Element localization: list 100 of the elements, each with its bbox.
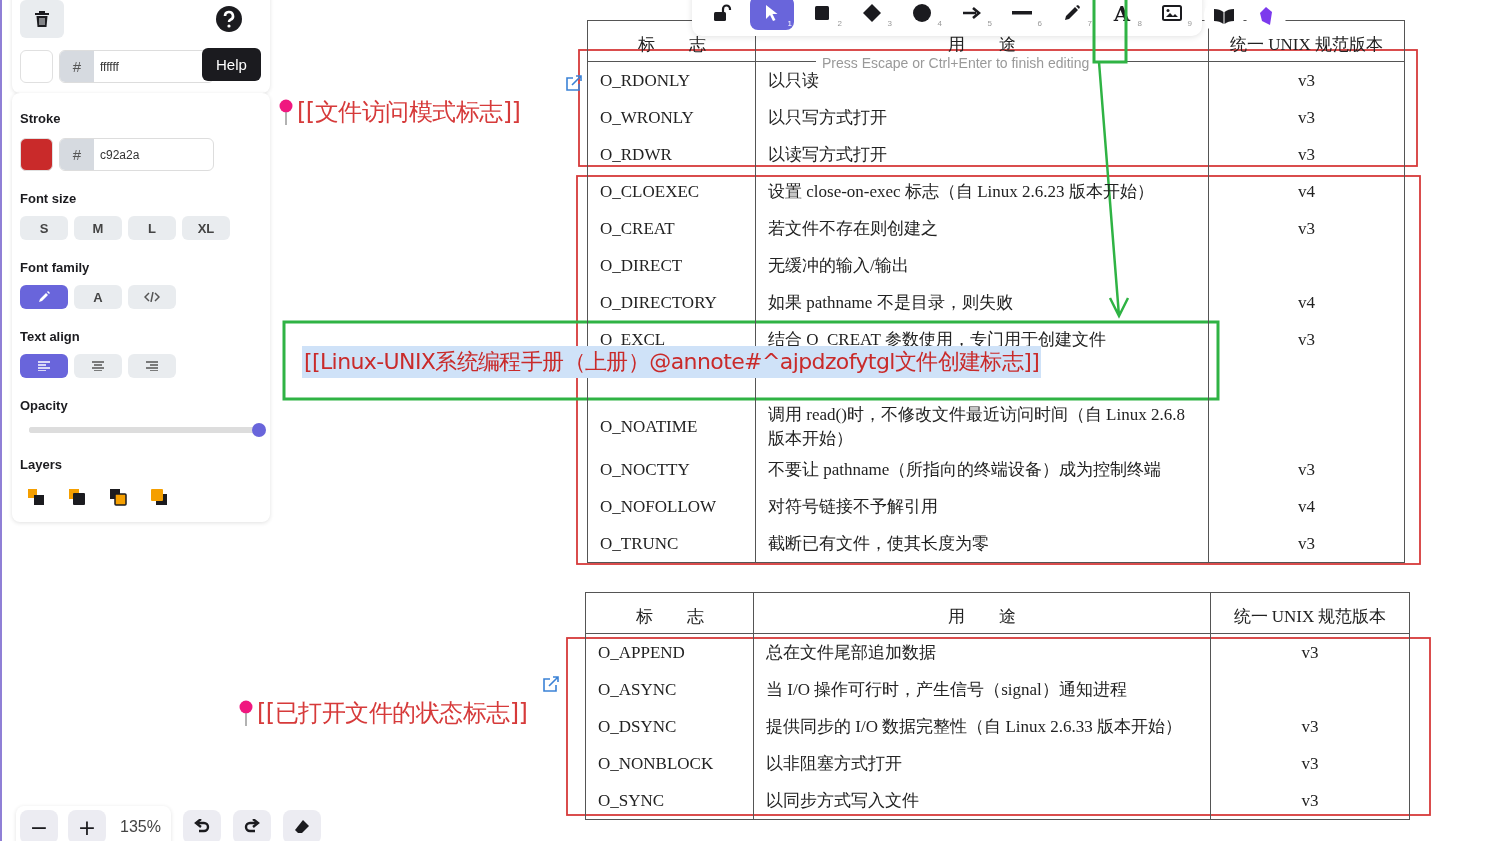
- editing-hint: Press Escape or Ctrl+Enter to finish editing: [816, 55, 1096, 71]
- section-label: Layers: [20, 457, 63, 472]
- zoom-out-button[interactable]: −: [20, 810, 58, 841]
- pencil-icon: [38, 291, 50, 303]
- help-button[interactable]: [216, 6, 242, 32]
- table-cell: 当 I/O 操作可行时，产生信号（signal）通知进程: [754, 671, 1211, 708]
- code-icon: [144, 292, 160, 302]
- help-icon: [216, 6, 242, 32]
- layers-icon: [27, 488, 45, 506]
- table-cell: O_ASYNC: [586, 671, 754, 708]
- pin-icon: [239, 700, 253, 726]
- table-cell-text: v3: [1297, 69, 1316, 92]
- table-cell: O_NOFOLLOW: [588, 488, 756, 525]
- font-size-option[interactable]: M: [74, 216, 122, 240]
- table-cell: 以同步方式写入文件: [754, 782, 1211, 819]
- table-cell-text: v3: [1297, 328, 1316, 351]
- note-label: [[文件访问模式标志]]: [297, 97, 521, 128]
- font-family-option[interactable]: [20, 285, 68, 309]
- table-cell-text: v3: [1300, 789, 1320, 812]
- section-label: Font size: [20, 191, 78, 206]
- table-cell: O_SYNC: [586, 782, 754, 819]
- undo-button[interactable]: [182, 810, 221, 841]
- arrow-icon: [963, 7, 981, 19]
- font-size-option[interactable]: XL: [182, 216, 230, 240]
- table-cell: 不要让 pathname（所指向的终端设备）成为控制终端: [756, 451, 1209, 488]
- text-align-option[interactable]: [74, 354, 122, 378]
- table-cell: O_APPEND: [586, 634, 754, 671]
- table-cell: O_WRONLY: [588, 99, 756, 136]
- table-cell: 总在文件尾部追加数据: [754, 634, 1211, 671]
- diamond-icon: [863, 4, 881, 22]
- hex-color-field[interactable]: # c92a2a: [59, 138, 214, 171]
- gem-icon: [1259, 7, 1273, 25]
- font-size-option[interactable]: L: [128, 216, 176, 240]
- table-cell: O_NOATIME: [588, 403, 756, 451]
- font-family-option[interactable]: A: [74, 285, 122, 309]
- redo-button[interactable]: [232, 810, 271, 841]
- table-cell: O_CLOEXEC: [588, 173, 756, 210]
- table-cell: O_DSYNC: [586, 708, 754, 745]
- layers-icon: [68, 488, 86, 506]
- table-cell: O_NOCTTY: [588, 451, 756, 488]
- table-cell-text: v3: [1297, 143, 1316, 166]
- table-cell: 以读写方式打开: [756, 136, 1209, 173]
- table-cell: O_NONBLOCK: [586, 745, 754, 782]
- table-cell: 如果 pathname 不是目录，则失败: [756, 284, 1209, 321]
- table-cell-text: v3: [1297, 217, 1316, 240]
- color-swatch[interactable]: [20, 138, 53, 171]
- align-left-icon: [38, 361, 50, 371]
- open-book-icon: [1213, 8, 1235, 24]
- table-cell: O_TRUNC: [588, 525, 756, 562]
- table-cell: O_RDONLY: [588, 62, 756, 99]
- table-cell-text: v3: [1300, 752, 1320, 775]
- column-header: 标 志: [586, 593, 754, 634]
- table-cell: 提供同步的 I/O 数据完整性（自 Linux 2.6.33 版本开始）: [754, 708, 1211, 745]
- text-align-option[interactable]: [20, 354, 68, 378]
- table-cell: 调用 read()时，不修改文件最近访问时间（自 Linux 2.6.8 版本开始）: [756, 403, 1209, 451]
- column-header: 用 途: [754, 593, 1211, 634]
- font-size-option[interactable]: S: [20, 216, 68, 240]
- table-cell-text: v4: [1297, 180, 1316, 203]
- table-cell-text: v3: [1300, 715, 1320, 738]
- delete-button[interactable]: [20, 0, 64, 38]
- eraser-button[interactable]: [282, 810, 321, 841]
- table-cell-text: v3: [1297, 458, 1316, 481]
- text-align-option[interactable]: [128, 354, 176, 378]
- zoom-level: 135%: [120, 818, 161, 836]
- table-cell: O_DIRECTORY: [588, 284, 756, 321]
- trash-icon: [35, 11, 49, 27]
- color-swatch[interactable]: [20, 50, 53, 83]
- unlocked-padlock-icon: [712, 4, 732, 22]
- section-label: Opacity: [20, 398, 69, 413]
- section-label: Text align: [20, 329, 81, 344]
- table-cell: 以非阻塞方式打开: [754, 745, 1211, 782]
- circle-icon: [913, 4, 931, 22]
- undo-icon: [193, 819, 210, 835]
- tool-button[interactable]: 1: [750, 0, 794, 30]
- font-family-option[interactable]: [128, 285, 176, 309]
- table-cell: O_DIRECT: [588, 247, 756, 284]
- note-label: [[已打开文件的状态标志]]: [257, 698, 528, 729]
- pointer-icon: [765, 4, 779, 22]
- eraser-icon: [293, 819, 310, 835]
- table-cell: O_CREAT: [588, 210, 756, 247]
- table-cell: 对符号链接不予解引用: [756, 488, 1209, 525]
- table-cell-text: v4: [1297, 291, 1316, 314]
- table-cell: 截断已有文件，使其长度为零: [756, 525, 1209, 562]
- pencil-icon: [1063, 4, 1081, 22]
- external-link-icon: [543, 676, 559, 692]
- layers-icon: [109, 488, 127, 506]
- text-editor[interactable]: [[Linux-UNIX系统编程手册（上册）@annote#^ajpdzofytgl文件创建标志]]: [302, 346, 1042, 378]
- redo-icon: [243, 819, 260, 835]
- layers-icon: [150, 488, 168, 506]
- square-icon: [814, 5, 830, 21]
- external-link-icon: [566, 75, 582, 91]
- table-cell: O_RDWR: [588, 136, 756, 173]
- table-cell-text: v4: [1297, 495, 1316, 518]
- help-tooltip: Help: [202, 48, 261, 81]
- table-cell-text: v3: [1300, 641, 1320, 664]
- table-cell-text: v3: [1297, 106, 1316, 129]
- table-cell-text: v3: [1297, 532, 1316, 555]
- column-header: 统一 UNIX 规范版本: [1211, 593, 1409, 634]
- slider-thumb[interactable]: [252, 423, 266, 437]
- zoom-in-button[interactable]: +: [68, 810, 106, 841]
